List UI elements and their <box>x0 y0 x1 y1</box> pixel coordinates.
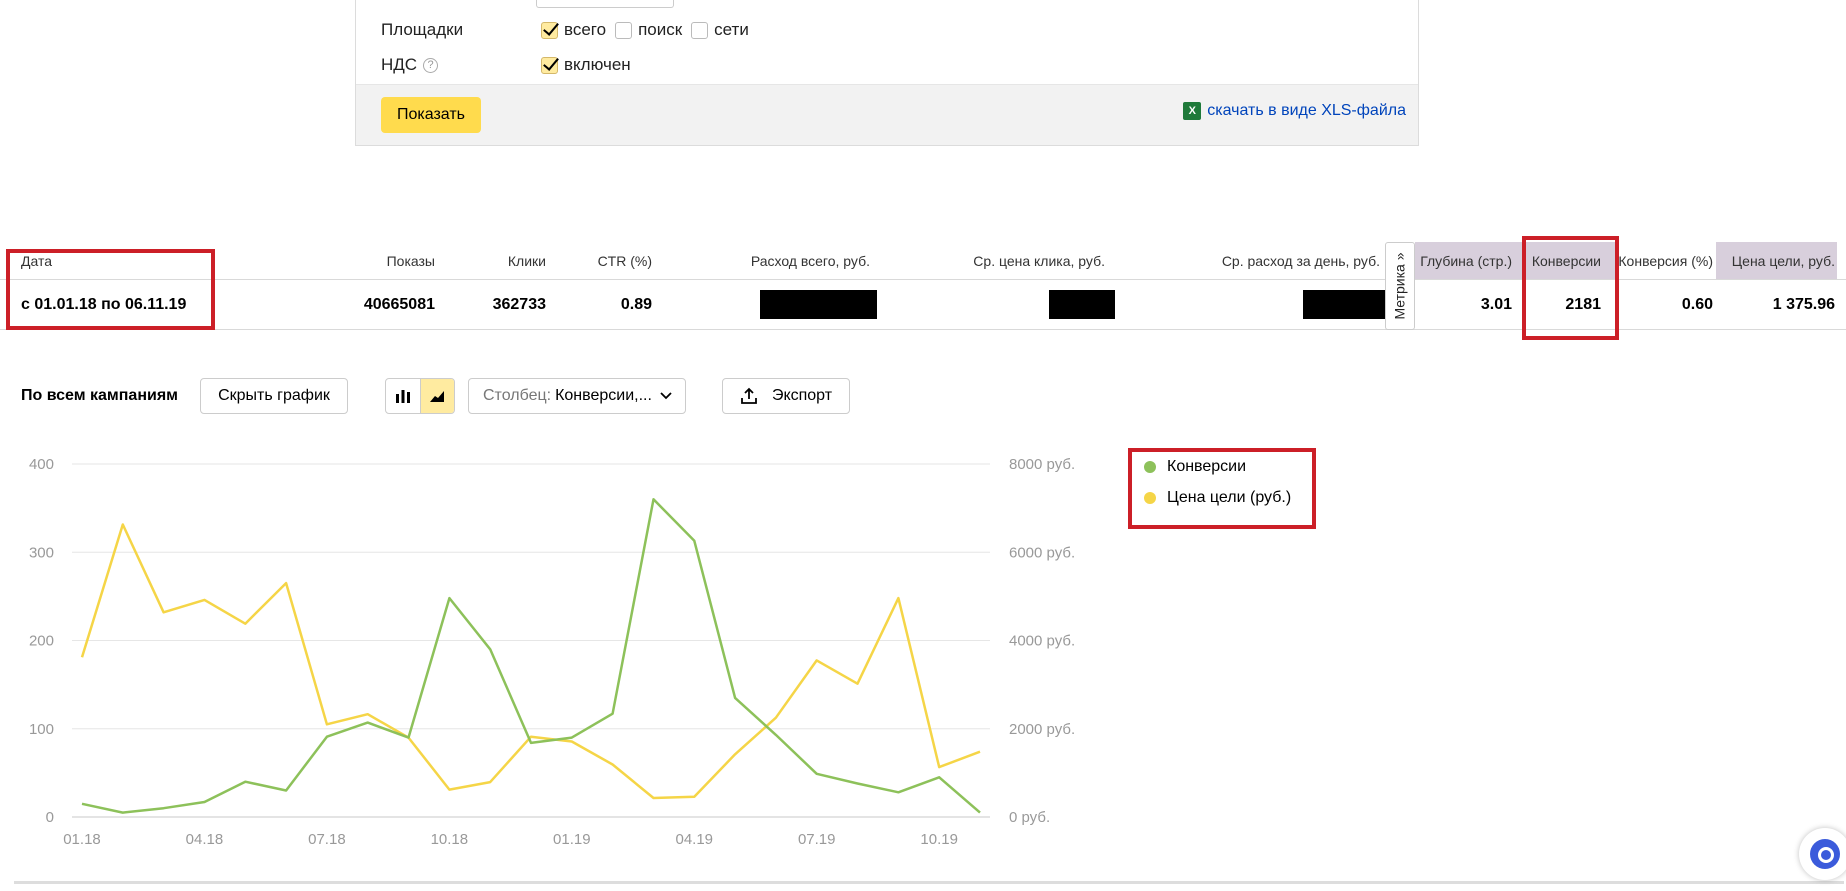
cell-conversion-rate: 0.60 <box>1681 295 1713 313</box>
show-button[interactable]: Показать <box>381 97 482 133</box>
cell-depth: 3.01 <box>1480 295 1512 313</box>
area-chart-icon[interactable] <box>419 379 454 413</box>
cell-clicks: 362733 <box>492 295 546 313</box>
period-input-stub[interactable] <box>536 0 674 8</box>
series-line-conversions <box>81 498 981 814</box>
y-left-tick-label: 100 <box>29 721 54 738</box>
x-tick-label: 01.19 <box>553 831 591 848</box>
vat-option-included[interactable]: включен <box>541 55 631 75</box>
y-right-tick-label: 4000 руб. <box>1009 633 1075 650</box>
cell-impressions: 40665081 <box>363 295 435 313</box>
y-right-tick-label: 2000 руб. <box>1009 721 1075 738</box>
download-xls-link[interactable]: X скачать в виде XLS-файла <box>1183 102 1406 120</box>
header-ctr[interactable]: CTR (%) <box>550 242 652 279</box>
y-left-tick-label: 400 <box>29 456 54 473</box>
filter-footer: Показать X скачать в виде XLS-файла <box>356 84 1418 145</box>
chart-type-toggle <box>385 378 455 414</box>
y-left-tick-label: 200 <box>29 633 54 650</box>
x-tick-label: 04.18 <box>186 831 224 848</box>
chart-scope-title: По всем кампаниям <box>21 387 178 404</box>
header-conversions[interactable]: Конверсии <box>1515 242 1617 279</box>
conversions-goal-cost-chart: 01002003004000 руб.2000 руб.4000 руб.600… <box>29 456 1075 848</box>
platforms-row: Площадки всего поиск сети <box>381 19 758 41</box>
assistant-button[interactable] <box>1799 828 1846 880</box>
chart-legend: Конверсии Цена цели (руб.) <box>1128 448 1313 528</box>
question-circle-icon[interactable]: ? <box>423 57 439 73</box>
platform-all-checkbox[interactable] <box>541 21 558 39</box>
platforms-label: Площадки <box>381 20 464 39</box>
bottom-divider <box>14 881 1844 884</box>
platform-search-checkbox[interactable] <box>615 21 633 39</box>
metrika-tab[interactable]: Метрика » <box>1385 242 1415 330</box>
chart-toolbar: По всем кампаниям Скрыть график Столбец:… <box>0 378 900 414</box>
x-tick-label: 07.19 <box>798 831 836 848</box>
vat-label: НДС ? <box>381 55 541 75</box>
legend-dot-goal-cost <box>1144 492 1156 504</box>
header-conversion-rate[interactable]: Конверсия (%) <box>1617 242 1713 279</box>
upload-icon <box>741 387 757 404</box>
chevron-down-icon <box>660 392 672 400</box>
report-filter-panel: Площадки всего поиск сети НДС ? включен … <box>355 0 1419 146</box>
x-tick-label: 10.18 <box>431 831 469 848</box>
header-date[interactable]: Дата <box>21 242 201 279</box>
cell-date: с 01.01.18 по 06.11.19 <box>21 295 187 313</box>
assistant-icon <box>1810 839 1840 869</box>
y-right-tick-label: 8000 руб. <box>1009 456 1075 473</box>
y-left-tick-label: 0 <box>46 809 54 826</box>
y-left-tick-label: 300 <box>29 544 54 561</box>
platform-option-search[interactable]: поиск <box>615 20 682 40</box>
cell-avg-daily-spend-redacted <box>1140 280 1385 329</box>
stats-summary-table: Дата Показы Клики CTR (%) Расход всего, … <box>0 242 1846 330</box>
cell-avg-cpc-redacted <box>900 280 1115 329</box>
x-tick-label: 01.18 <box>63 831 101 848</box>
export-button[interactable]: Экспорт <box>722 378 850 414</box>
platform-option-all[interactable]: всего <box>541 20 606 40</box>
legend-item-goal-cost[interactable]: Цена цели (руб.) <box>1144 489 1291 507</box>
table-row: с 01.01.18 по 06.11.19 40665081 362733 0… <box>0 280 1846 330</box>
legend-item-conversions[interactable]: Конверсии <box>1144 458 1246 476</box>
x-tick-label: 10.19 <box>920 831 958 848</box>
cell-ctr: 0.89 <box>620 295 652 313</box>
header-spend-total[interactable]: Расход всего, руб. <box>680 242 870 279</box>
y-right-tick-label: 0 руб. <box>1009 809 1050 826</box>
column-select[interactable]: Столбец: Конверсии,... <box>468 378 686 414</box>
header-avg-cpc[interactable]: Ср. цена клика, руб. <box>900 242 1105 279</box>
vat-row: НДС ? включен <box>381 54 640 76</box>
header-goal-cost[interactable]: Цена цели, руб. <box>1716 242 1837 279</box>
vat-included-checkbox[interactable] <box>541 56 558 74</box>
header-depth[interactable]: Глубина (стр.) <box>1415 242 1515 279</box>
header-clicks[interactable]: Клики <box>440 242 546 279</box>
y-right-tick-label: 6000 руб. <box>1009 544 1075 561</box>
hide-chart-button[interactable]: Скрыть график <box>200 378 348 414</box>
x-tick-label: 04.19 <box>675 831 713 848</box>
table-header-row: Дата Показы Клики CTR (%) Расход всего, … <box>0 242 1846 280</box>
excel-file-icon: X <box>1183 102 1202 120</box>
legend-dot-conversions <box>1144 461 1156 473</box>
bar-chart-icon[interactable] <box>386 379 420 413</box>
cell-conversions: 2181 <box>1565 295 1601 313</box>
header-avg-daily-spend[interactable]: Ср. расход за день, руб. <box>1140 242 1380 279</box>
platform-networks-checkbox[interactable] <box>691 21 709 39</box>
x-tick-label: 07.18 <box>308 831 346 848</box>
cell-spend-total-redacted <box>680 280 877 329</box>
platform-option-networks[interactable]: сети <box>691 20 749 40</box>
header-impressions[interactable]: Показы <box>300 242 435 279</box>
series-line-goal-cost <box>80 523 981 800</box>
cell-goal-cost: 1 375.96 <box>1772 295 1835 313</box>
